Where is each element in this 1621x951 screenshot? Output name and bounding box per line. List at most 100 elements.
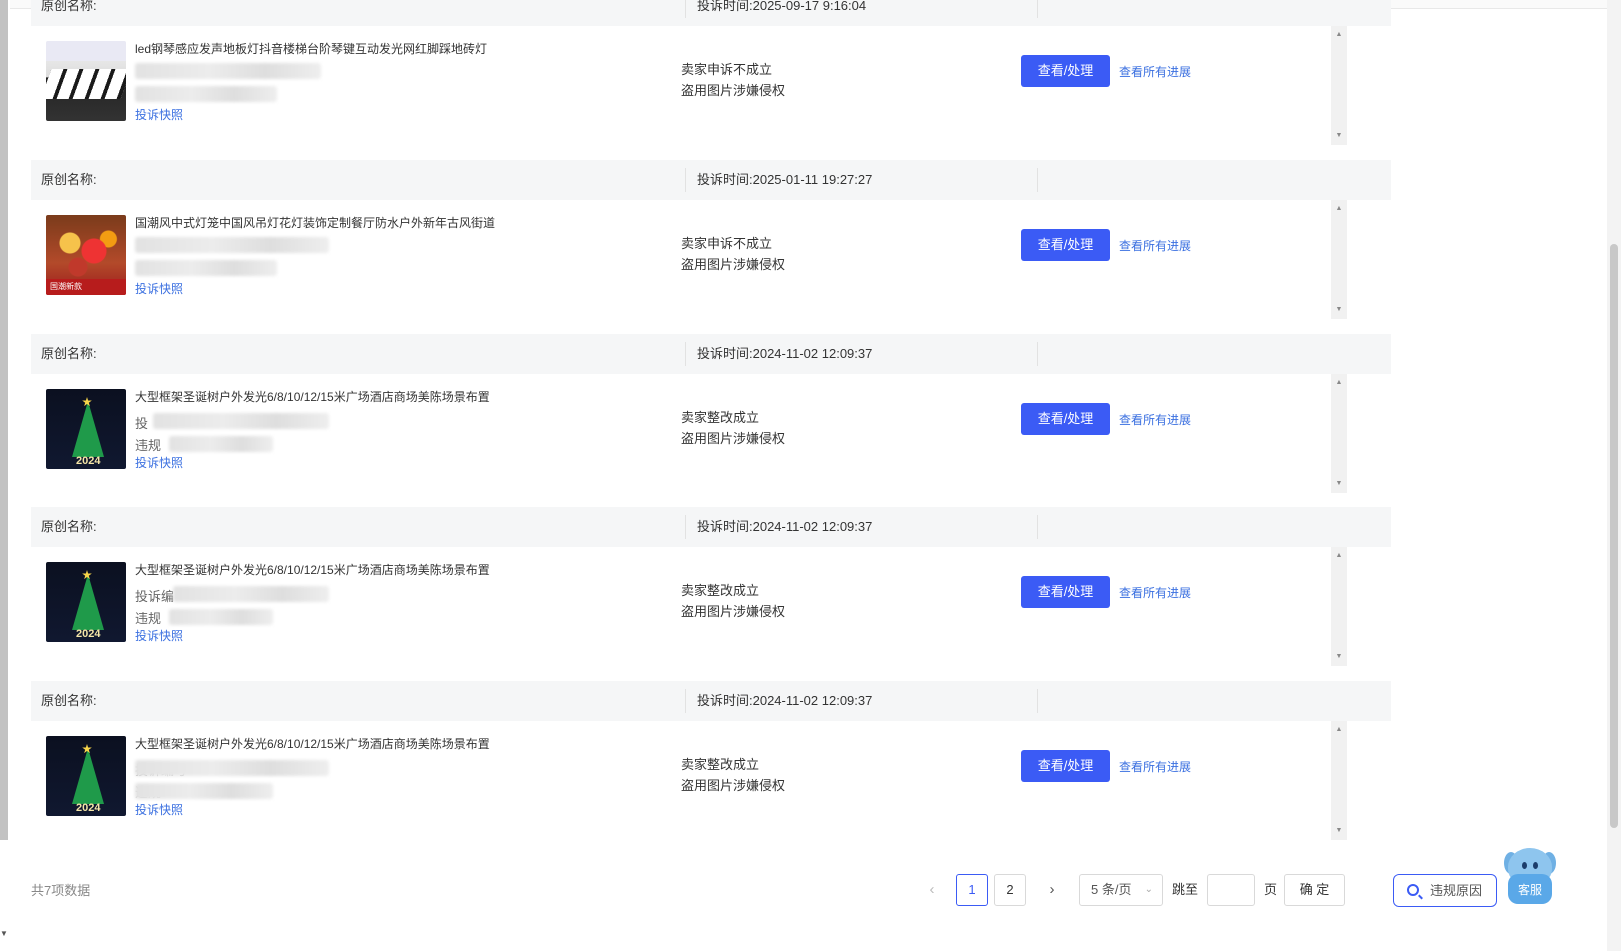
complaint-time: 投诉时间:2024-11-02 12:09:37 (697, 346, 873, 361)
view-all-progress-link[interactable]: 查看所有进展 (1119, 237, 1191, 254)
scroll-down-arrow-icon[interactable]: ▼ (1331, 129, 1347, 143)
complaint-card: 原创名称: 投诉时间:2025-01-11 19:27:27 国潮新款 国潮风中… (31, 160, 1391, 340)
reason-text: 盗用图片涉嫌侵权 (681, 83, 786, 98)
product-title[interactable]: 大型框架圣诞树户外发光6/8/10/12/15米广场酒店商场美陈场景布置 (135, 388, 490, 405)
complaint-time: 投诉时间:2024-11-02 12:09:37 (697, 693, 873, 708)
product-title[interactable]: 大型框架圣诞树户外发光6/8/10/12/15米广场酒店商场美陈场景布置 (135, 735, 490, 752)
total-count: 共7项数据 (31, 883, 91, 898)
customer-service-label: 客服 (1508, 874, 1552, 904)
jump-page-input[interactable] (1207, 874, 1255, 906)
complaint-time: 投诉时间:2025-09-17 9:16:04 (697, 0, 867, 13)
scroll-up-arrow-icon[interactable]: ▲ (1331, 376, 1347, 390)
card-header: 原创名称: 投诉时间:2024-11-02 12:09:37 (31, 507, 1391, 547)
card-header: 原创名称: 投诉时间:2024-11-02 12:09:37 (31, 681, 1391, 721)
card-body: 国潮新款 国潮风中式灯笼中国风吊灯花灯装饰定制餐厅防水户外新年古风街道 投诉快照… (31, 200, 1391, 324)
card-scrollbar[interactable]: ▲ ▼ (1331, 26, 1347, 145)
left-scrollbar-thumb[interactable] (0, 0, 8, 840)
product-image[interactable] (46, 41, 126, 121)
redacted-line (135, 783, 273, 799)
redacted-line (135, 86, 277, 102)
image-tag: 国潮新款 (46, 279, 126, 295)
view-handle-button[interactable]: 查看/处理 (1021, 750, 1110, 782)
card-header: 原创名称: 投诉时间:2025-09-17 9:16:04 (31, 0, 1391, 26)
status-block: 卖家整改成立 盗用图片涉嫌侵权 (681, 754, 785, 796)
scroll-up-arrow-icon[interactable]: ▲ (1331, 549, 1347, 563)
reason-text: 盗用图片涉嫌侵权 (681, 431, 786, 446)
product-image[interactable]: 2024 (46, 562, 126, 642)
page-button-1[interactable]: 1 (956, 874, 988, 906)
page-scrollbar-thumb[interactable] (1610, 244, 1618, 828)
card-body: 2024 大型框架圣诞树户外发光6/8/10/12/15米广场酒店商场美陈场景布… (31, 547, 1391, 671)
card-header: 原创名称: 投诉时间:2025-01-11 19:27:27 (31, 160, 1391, 200)
view-handle-button[interactable]: 查看/处理 (1021, 55, 1110, 87)
scroll-up-arrow-icon[interactable]: ▲ (1331, 202, 1347, 216)
status-text: 卖家整改成立 (681, 410, 760, 425)
product-title[interactable]: 大型框架圣诞树户外发光6/8/10/12/15米广场酒店商场美陈场景布置 (135, 561, 490, 578)
page-size-select[interactable]: 5 条/页 ⌄ (1079, 874, 1163, 906)
left-edge: ▼ (0, 0, 10, 951)
page-unit-label: 页 (1264, 882, 1278, 897)
redacted-line (169, 609, 273, 625)
scroll-down-arrow-icon[interactable]: ▼ (1331, 477, 1347, 491)
chevron-left-icon[interactable]: ‹ (920, 874, 944, 906)
search-icon (1407, 884, 1419, 896)
scroll-down-arrow-icon[interactable]: ▼ (0, 928, 8, 940)
view-handle-button[interactable]: 查看/处理 (1021, 403, 1110, 435)
complaint-snapshot-link[interactable]: 投诉快照 (135, 801, 183, 818)
redacted-line (173, 586, 329, 602)
page-button-2[interactable]: 2 (994, 874, 1026, 906)
complaint-time: 投诉时间:2024-11-02 12:09:37 (697, 519, 873, 534)
product-image[interactable]: 2024 (46, 736, 126, 816)
view-all-progress-link[interactable]: 查看所有进展 (1119, 63, 1191, 80)
complaint-snapshot-link[interactable]: 投诉快照 (135, 454, 183, 471)
violation-label: 违规 (135, 438, 162, 453)
card-body: led钢琴感应发声地板灯抖音楼梯台阶琴键互动发光网红脚踩地砖灯 投诉快照 卖家申… (31, 26, 1391, 150)
complaint-card: 原创名称: 投诉时间:2024-11-02 12:09:37 2024 大型框架… (31, 334, 1391, 514)
image-year: 2024 (76, 628, 101, 640)
original-name-label: 原创名称: (41, 693, 97, 708)
card-header: 原创名称: 投诉时间:2024-11-02 12:09:37 (31, 334, 1391, 374)
product-image[interactable]: 国潮新款 (46, 215, 126, 295)
scroll-up-arrow-icon[interactable]: ▲ (1331, 723, 1347, 737)
status-text: 卖家申诉不成立 (681, 62, 773, 77)
view-handle-button[interactable]: 查看/处理 (1021, 576, 1110, 608)
page-scrollbar[interactable] (1607, 0, 1621, 951)
card-body: 2024 大型框架圣诞树户外发光6/8/10/12/15米广场酒店商场美陈场景布… (31, 721, 1391, 845)
card-scrollbar[interactable]: ▲ ▼ (1331, 200, 1347, 319)
complaint-snapshot-link[interactable]: 投诉快照 (135, 106, 183, 123)
status-text: 卖家整改成立 (681, 757, 760, 772)
image-year: 2024 (76, 802, 101, 814)
redacted-line (135, 260, 277, 276)
chevron-right-icon[interactable]: › (1040, 874, 1064, 906)
view-all-progress-link[interactable]: 查看所有进展 (1119, 411, 1191, 428)
product-image[interactable]: 2024 (46, 389, 126, 469)
complaint-snapshot-link[interactable]: 投诉快照 (135, 627, 183, 644)
redacted-line (135, 63, 321, 79)
product-title[interactable]: 国潮风中式灯笼中国风吊灯花灯装饰定制餐厅防水户外新年古风街道 (135, 214, 495, 231)
original-name-label: 原创名称: (41, 0, 97, 13)
scroll-up-arrow-icon[interactable]: ▲ (1331, 28, 1347, 42)
card-scrollbar[interactable]: ▲ ▼ (1331, 721, 1347, 840)
redacted-line (135, 760, 329, 776)
redacted-line (169, 436, 273, 452)
confirm-jump-button[interactable]: 确 定 (1284, 874, 1345, 906)
view-all-progress-link[interactable]: 查看所有进展 (1119, 758, 1191, 775)
status-block: 卖家整改成立 盗用图片涉嫌侵权 (681, 580, 785, 622)
card-scrollbar[interactable]: ▲ ▼ (1331, 547, 1347, 666)
redacted-line (135, 237, 329, 253)
view-all-progress-link[interactable]: 查看所有进展 (1119, 584, 1191, 601)
reason-text: 盗用图片涉嫌侵权 (681, 778, 786, 793)
complaint-id-label: 投诉编 (135, 589, 175, 604)
scroll-down-arrow-icon[interactable]: ▼ (1331, 303, 1347, 317)
customer-service-widget[interactable]: 客服 (1504, 848, 1556, 908)
violation-reason-button[interactable]: 违规原因 (1393, 874, 1497, 907)
complaint-snapshot-link[interactable]: 投诉快照 (135, 280, 183, 297)
scroll-down-arrow-icon[interactable]: ▼ (1331, 650, 1347, 664)
card-scrollbar[interactable]: ▲ ▼ (1331, 374, 1347, 493)
complaint-card: 原创名称: 投诉时间:2025-09-17 9:16:04 led钢琴感应发声地… (31, 0, 1391, 166)
scroll-down-arrow-icon[interactable]: ▼ (1331, 824, 1347, 838)
reason-text: 盗用图片涉嫌侵权 (681, 604, 786, 619)
view-handle-button[interactable]: 查看/处理 (1021, 229, 1110, 261)
original-name-label: 原创名称: (41, 346, 97, 361)
product-title[interactable]: led钢琴感应发声地板灯抖音楼梯台阶琴键互动发光网红脚踩地砖灯 (135, 40, 487, 57)
